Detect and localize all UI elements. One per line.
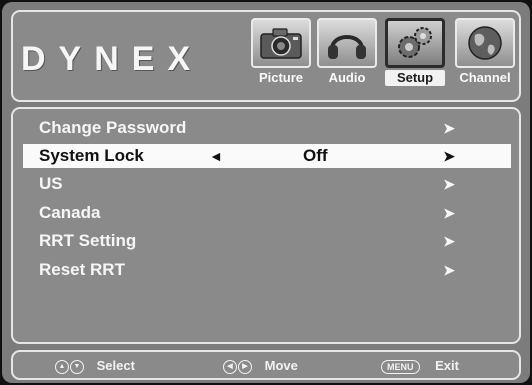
menu-item-reset-rrt[interactable]: Reset RRT ➤ — [23, 258, 511, 282]
tab-channel[interactable]: Channel — [453, 18, 517, 86]
up-button-icon: ▲ — [55, 359, 69, 374]
tab-audio[interactable]: Audio — [315, 18, 379, 86]
menu-item-system-lock[interactable]: System Lock ◄ Off ➤ — [23, 144, 511, 168]
left-button-icon: ◀ — [223, 359, 237, 374]
tv-menu-screen: DYNEX Picture Audio Setup Channel Change… — [2, 2, 530, 383]
tab-label: Setup — [385, 70, 445, 86]
chevron-right-icon: ➤ — [443, 205, 455, 221]
menu-item-canada[interactable]: Canada ➤ — [23, 201, 511, 225]
menu-item-label: Reset RRT — [39, 260, 125, 279]
footer-panel: ▲ ▼ Select ◀ ▶ Move MENU Exit — [11, 350, 521, 380]
move-hint: ◀ ▶ Move — [223, 358, 298, 374]
tab-label: Channel — [459, 70, 511, 85]
chevron-right-icon: ➤ — [443, 176, 455, 192]
menu-item-rrt-setting[interactable]: RRT Setting ➤ — [23, 229, 511, 253]
headphones-icon — [317, 18, 377, 68]
tab-setup[interactable]: Setup — [383, 18, 447, 86]
menu-item-us[interactable]: US ➤ — [23, 172, 511, 196]
gears-icon — [385, 18, 445, 68]
chevron-right-icon: ➤ — [443, 262, 455, 278]
select-hint: ▲ ▼ Select — [55, 358, 135, 374]
menu-item-label: Canada — [39, 203, 101, 222]
menu-button-icon: MENU — [381, 359, 420, 374]
camera-icon — [251, 18, 311, 68]
right-button-icon: ▶ — [238, 359, 252, 374]
tab-label: Audio — [328, 70, 366, 85]
menu-panel: Change Password ➤ System Lock ◄ Off ➤ US… — [11, 107, 521, 344]
menu-item-label: RRT Setting — [39, 231, 137, 250]
menu-item-label: Change Password — [39, 118, 187, 137]
chevron-right-icon: ➤ — [443, 233, 455, 249]
move-label: Move — [264, 358, 298, 373]
tab-label: Picture — [258, 70, 304, 85]
chevron-right-icon[interactable]: ➤ — [443, 144, 455, 168]
chevron-right-icon: ➤ — [443, 120, 455, 136]
down-button-icon: ▼ — [70, 359, 84, 374]
menu-item-change-password[interactable]: Change Password ➤ — [23, 116, 511, 140]
menu-item-label: System Lock — [39, 146, 144, 165]
tab-picture[interactable]: Picture — [249, 18, 313, 86]
menu-item-label: US — [39, 174, 63, 193]
system-lock-value: Off — [303, 146, 328, 165]
select-label: Select — [96, 358, 135, 373]
header-panel: DYNEX Picture Audio Setup Channel — [11, 10, 521, 102]
globe-icon — [455, 18, 515, 68]
exit-hint: MENU Exit — [381, 358, 459, 374]
chevron-left-icon[interactable]: ◄ — [209, 144, 223, 168]
brand-logo: DYNEX — [21, 40, 204, 78]
exit-label: Exit — [435, 358, 459, 373]
